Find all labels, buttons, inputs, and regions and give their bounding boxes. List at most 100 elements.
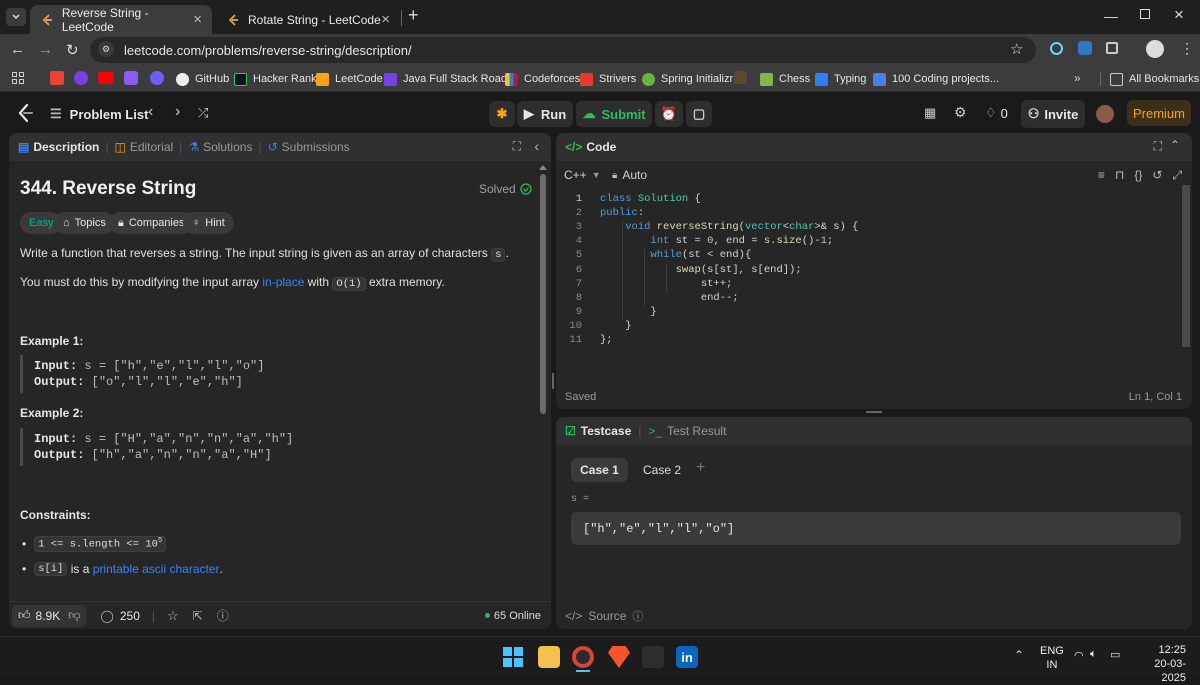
linkedin-icon[interactable]: in bbox=[676, 646, 698, 668]
browser-menu-icon[interactable]: ⋮ bbox=[1180, 40, 1194, 57]
timer-button[interactable]: ⏰ bbox=[655, 101, 683, 127]
like-button[interactable]: 👍︎ 8.9K 👎︎ bbox=[12, 604, 87, 627]
testcase-input[interactable]: ["h","e","l","l","o"] bbox=[571, 512, 1181, 545]
tab-search-button[interactable] bbox=[6, 8, 26, 26]
debug-button[interactable]: ✱ bbox=[489, 101, 515, 127]
back-button[interactable]: ← bbox=[10, 41, 25, 58]
bookmark-icon[interactable] bbox=[124, 71, 138, 85]
profile-avatar[interactable] bbox=[1146, 40, 1164, 58]
more-bookmarks-icon[interactable]: » bbox=[1074, 71, 1081, 85]
windows-start-icon[interactable] bbox=[503, 647, 523, 667]
maximize-icon[interactable]: ⛶ bbox=[1154, 139, 1162, 154]
gmail-icon[interactable] bbox=[50, 71, 64, 85]
format-icon[interactable]: ≡ bbox=[1098, 168, 1105, 182]
bookmark-icon[interactable] bbox=[150, 71, 164, 85]
wifi-icon[interactable]: ◠ bbox=[1074, 649, 1084, 662]
bookmark-coding-projects[interactable]: 100 Coding projects... bbox=[873, 71, 999, 87]
hint-tag[interactable]: ♀ Hint bbox=[183, 212, 234, 234]
bookmark-strivers[interactable]: Strivers bbox=[580, 71, 636, 87]
settings-gear-icon[interactable]: ⚙ bbox=[954, 104, 967, 121]
tab-testcase[interactable]: ☑ Testcase bbox=[565, 424, 631, 438]
bookmark-github[interactable]: GitHub bbox=[176, 71, 229, 87]
minimize-button[interactable]: — bbox=[1104, 8, 1118, 24]
expand-icon[interactable]: ⤢ bbox=[1172, 168, 1182, 183]
browser-tab-rotate-string[interactable]: Rotate String - LeetCode × bbox=[216, 5, 400, 34]
run-button[interactable]: ▶ Run bbox=[517, 101, 573, 127]
collapse-chevron-icon[interactable]: ‹ bbox=[534, 138, 539, 154]
forward-button[interactable]: → bbox=[38, 41, 53, 58]
browser-tab-reverse-string[interactable]: Reverse String - LeetCode × bbox=[30, 5, 212, 34]
close-window-button[interactable]: × bbox=[1174, 5, 1184, 25]
description-scrollbar[interactable] bbox=[539, 161, 547, 601]
submit-button[interactable]: ☁ Submit bbox=[576, 101, 652, 127]
bookmark-typing[interactable]: Typing bbox=[815, 71, 866, 87]
comments-button[interactable]: ◯ 250 bbox=[100, 609, 139, 623]
next-problem-button[interactable]: › bbox=[175, 103, 180, 121]
ascii-link[interactable]: printable ascii character bbox=[93, 562, 220, 576]
app-icon[interactable] bbox=[642, 646, 664, 668]
problem-list-button[interactable]: ☰ Problem List bbox=[50, 106, 148, 122]
tray-chevron-icon[interactable]: ⌃ bbox=[1014, 648, 1024, 662]
add-case-button[interactable]: + bbox=[696, 459, 705, 477]
in-place-link[interactable]: in-place bbox=[262, 275, 304, 289]
case-2-tab[interactable]: Case 2 bbox=[636, 458, 688, 482]
code-editor[interactable]: 1 class Solution {2 public: 3 void reverseS… bbox=[556, 189, 1178, 389]
bookmark-icon[interactable]: ⊓ bbox=[1115, 168, 1124, 182]
volume-icon[interactable]: 🔈︎ bbox=[1090, 648, 1097, 661]
vertical-resize-handle[interactable] bbox=[866, 411, 882, 413]
bookmark-chess[interactable]: Chess bbox=[760, 71, 810, 87]
battery-icon[interactable]: ▭ bbox=[1110, 648, 1120, 661]
help-icon[interactable]: ⓘ bbox=[217, 607, 229, 624]
bookmark-hackerrank[interactable]: Hacker Rank bbox=[234, 71, 317, 87]
notes-button[interactable]: ▢ bbox=[686, 101, 712, 127]
reload-button[interactable]: ↻ bbox=[66, 41, 79, 59]
tab-description[interactable]: ▤ Description bbox=[18, 140, 99, 154]
favorite-star-icon[interactable]: ☆ bbox=[167, 608, 179, 624]
language-select[interactable]: C++ ▼ bbox=[564, 166, 601, 184]
extension-icon[interactable] bbox=[1078, 41, 1092, 55]
braces-icon[interactable]: {} bbox=[1134, 168, 1142, 182]
all-bookmarks[interactable]: All Bookmarks bbox=[1110, 71, 1199, 87]
auto-mode-toggle[interactable]: 🔒︎ Auto bbox=[612, 166, 647, 184]
invite-button[interactable]: ⚇ Invite bbox=[1021, 100, 1085, 128]
prev-problem-button[interactable]: ‹ bbox=[148, 103, 153, 121]
bookmark-star-icon[interactable]: ☆ bbox=[1010, 40, 1023, 58]
premium-button[interactable]: Premium bbox=[1127, 100, 1191, 126]
bookmark-icon[interactable] bbox=[734, 71, 747, 84]
tab-solutions[interactable]: ⚗ Solutions bbox=[188, 140, 252, 154]
shuffle-icon[interactable]: ⤮ bbox=[198, 105, 208, 121]
layout-icon[interactable]: ▦ bbox=[924, 105, 936, 121]
language-indicator[interactable]: ENG IN bbox=[1040, 644, 1064, 672]
new-tab-button[interactable]: + bbox=[408, 5, 419, 26]
close-tab-icon[interactable]: × bbox=[381, 11, 390, 28]
bookmark-codeforces[interactable]: Codeforces bbox=[505, 71, 580, 87]
bookmark-icon[interactable] bbox=[74, 71, 88, 85]
extensions-puzzle-icon[interactable] bbox=[1106, 42, 1118, 54]
clock[interactable]: 12:25 20-03-2025 bbox=[1134, 643, 1186, 685]
close-tab-icon[interactable]: × bbox=[193, 11, 202, 28]
topics-tag[interactable]: ⌂ Topics bbox=[54, 212, 115, 234]
apps-grid-icon[interactable] bbox=[12, 72, 24, 84]
panel-resize-handle[interactable] bbox=[552, 373, 554, 389]
collapse-up-icon[interactable]: ⌃ bbox=[1170, 138, 1180, 152]
leetcode-logo-icon[interactable] bbox=[16, 103, 34, 123]
companies-tag[interactable]: 🔒︎ Companies bbox=[109, 212, 194, 234]
bookmark-leetcode[interactable]: LeetCode bbox=[316, 71, 383, 87]
streak-counter[interactable]: ♢ 0 bbox=[985, 105, 1008, 121]
maximize-icon[interactable]: ⛶ bbox=[513, 139, 521, 154]
tab-code[interactable]: </> Code bbox=[565, 140, 616, 154]
tab-test-result[interactable]: >_ Test Result bbox=[648, 424, 726, 438]
tab-submissions[interactable]: ↺ Submissions bbox=[268, 140, 350, 154]
react-devtools-icon[interactable] bbox=[1050, 42, 1063, 55]
reset-icon[interactable]: ↺ bbox=[1152, 168, 1162, 182]
thumbs-down-icon[interactable]: 👎︎ bbox=[68, 608, 80, 623]
source-link[interactable]: </> Source ⓘ bbox=[565, 608, 643, 624]
restore-button[interactable] bbox=[1140, 9, 1150, 19]
share-icon[interactable]: ⇱ bbox=[193, 609, 203, 623]
chrome-icon[interactable] bbox=[572, 646, 594, 668]
youtube-icon[interactable] bbox=[98, 72, 114, 84]
tab-editorial[interactable]: ◫ Editorial bbox=[114, 140, 173, 154]
editor-scrollbar[interactable] bbox=[1182, 185, 1190, 347]
bookmark-java-roadmap[interactable]: Java Full Stack Road... bbox=[384, 71, 516, 87]
case-1-tab[interactable]: Case 1 bbox=[571, 458, 628, 482]
